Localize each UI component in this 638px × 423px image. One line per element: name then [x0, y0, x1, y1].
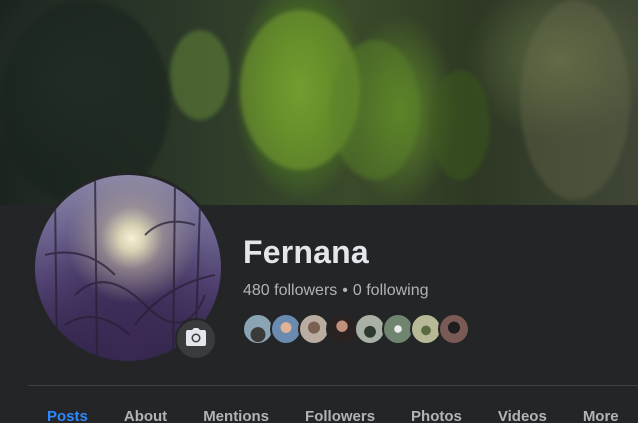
tab-videos[interactable]: Videos [480, 408, 565, 423]
tab-posts[interactable]: Posts [28, 408, 106, 423]
follow-stats: 480 followers • 0 following [243, 282, 429, 300]
following-link[interactable]: 0 following [353, 282, 429, 299]
section-divider [28, 385, 638, 386]
profile-tabs: Posts About Mentions Followers Photos Vi… [28, 408, 637, 423]
profile-page: Fernana 480 followers • 0 following Posts … [0, 0, 638, 423]
update-profile-picture-button[interactable] [175, 318, 217, 360]
profile-name: Fernana [243, 234, 369, 270]
followers-link[interactable]: 480 followers [243, 282, 337, 299]
stats-separator: • [342, 282, 348, 299]
tab-mentions[interactable]: Mentions [185, 408, 287, 423]
camera-icon [186, 327, 206, 351]
tab-photos[interactable]: Photos [393, 408, 480, 423]
tab-followers[interactable]: Followers [287, 408, 393, 423]
tab-about[interactable]: About [106, 408, 185, 423]
tab-more[interactable]: More [565, 408, 637, 423]
friend-avatars [242, 313, 470, 345]
friend-avatar[interactable] [438, 313, 470, 345]
